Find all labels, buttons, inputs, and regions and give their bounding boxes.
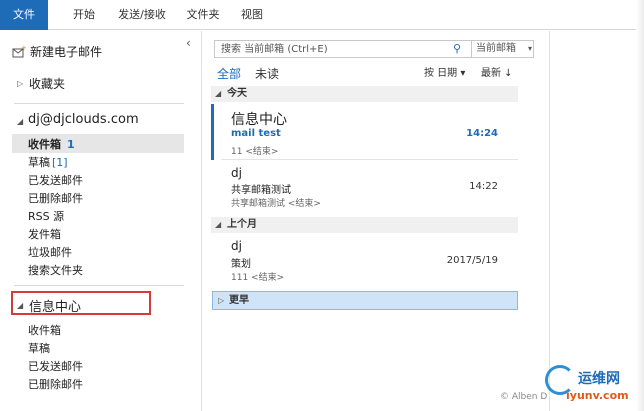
search-box[interactable]: 搜索 当前邮箱 (Ctrl+E) ⚲ 当前邮箱 ▾ — [214, 40, 534, 58]
sort-by-label: 按 日期 — [424, 68, 458, 79]
tab-send-receive[interactable]: 发送/接收 — [112, 0, 172, 30]
group-header-older[interactable]: ▷ 更早 — [212, 291, 518, 310]
group-header-label: 今天 — [227, 88, 247, 99]
folder-inbox-label: 收件箱 — [28, 138, 61, 151]
mail-item[interactable]: dj 共享邮箱测试 14:22 共享邮箱测试 <结束> — [211, 162, 518, 212]
mail-subject: mail test — [231, 128, 281, 139]
shared-folder-drafts[interactable]: 草稿 — [28, 340, 50, 356]
new-mail-icon: + — [12, 45, 26, 58]
mail-preview: 111 <结束> — [231, 273, 285, 283]
mail-item[interactable]: dj 策划 2017/5/19 111 <结束> — [211, 235, 518, 287]
new-mail-label: 新建电子邮件 — [30, 45, 103, 59]
favorites-header[interactable]: 收藏夹 — [29, 75, 65, 92]
mail-sender: dj — [231, 239, 242, 253]
search-icon[interactable]: ⚲ — [453, 41, 461, 57]
expand-favorites-icon[interactable]: ▷ — [17, 79, 23, 88]
window-shadow — [636, 0, 644, 411]
reading-pane-area — [549, 31, 644, 411]
mail-preview: 共享邮箱测试 <结束> — [231, 199, 321, 209]
new-mail-button[interactable]: + 新建电子邮件 — [12, 41, 102, 63]
mail-subject: 共享邮箱测试 — [231, 185, 291, 196]
shared-folder-inbox[interactable]: 收件箱 — [28, 322, 61, 338]
filter-all[interactable]: 全部 — [217, 66, 241, 82]
mail-divider — [221, 159, 518, 160]
tab-folder[interactable]: 文件夹 — [180, 0, 226, 30]
mail-sender: dj — [231, 166, 242, 180]
chevron-down-icon: ▾ — [527, 44, 532, 53]
tab-view[interactable]: 视图 — [234, 0, 270, 30]
group-header-today[interactable]: ◢ 今天 — [211, 86, 518, 102]
folder-outbox[interactable]: 发件箱 — [28, 226, 61, 242]
mail-item-selected[interactable]: 信息中心 mail test 14:24 11 <结束> — [211, 104, 518, 160]
folder-drafts[interactable]: 草稿 [1] — [28, 154, 68, 170]
mail-time: 14:24 — [466, 128, 498, 139]
chevron-down-icon: ▾ — [460, 68, 466, 79]
filter-bar: 全部 未读 按 日期 ▾ 最新 ↓ — [217, 66, 535, 82]
search-scope-label: 当前邮箱 — [476, 43, 516, 54]
mail-time: 14:22 — [469, 181, 498, 192]
watermark-site-name: 运维网 — [578, 371, 620, 387]
mail-sender: 信息中心 — [231, 112, 287, 128]
tab-home[interactable]: 开始 — [62, 0, 106, 30]
selected-mail-bar — [211, 104, 214, 160]
watermark-domain: iyunv.com — [566, 389, 629, 402]
ribbon-tabs: 文件 开始 发送/接收 文件夹 视图 — [0, 0, 644, 30]
copyright-text: © Alben D — [500, 392, 548, 402]
folder-drafts-label: 草稿 — [28, 156, 50, 169]
nav-divider — [14, 103, 184, 104]
account-header[interactable]: dj@djclouds.com — [28, 112, 139, 127]
collapse-group-icon[interactable]: ◢ — [17, 301, 23, 310]
collapse-group-icon: ◢ — [215, 220, 222, 229]
collapse-pane-chevron-icon[interactable]: ‹ — [186, 36, 191, 50]
folder-deleted[interactable]: 已删除邮件 — [28, 190, 83, 206]
folder-search[interactable]: 搜索文件夹 — [28, 262, 83, 278]
svg-text:+: + — [21, 45, 26, 52]
navigation-pane: + 新建电子邮件 ‹ ▷ 收藏夹 ◢ dj@djclouds.com 收件箱1 … — [0, 31, 202, 411]
shared-folder-deleted[interactable]: 已删除邮件 — [28, 376, 83, 392]
search-scope-dropdown[interactable]: 当前邮箱 ▾ — [471, 41, 535, 57]
filter-unread[interactable]: 未读 — [255, 66, 279, 82]
group-header-label: 更早 — [229, 295, 249, 306]
mail-preview: 11 <结束> — [231, 147, 279, 157]
mail-subject: 策划 — [231, 259, 251, 270]
shared-folder-sent[interactable]: 已发送邮件 — [28, 358, 83, 374]
folder-junk[interactable]: 垃圾邮件 — [28, 244, 72, 260]
mail-time: 2017/5/19 — [446, 255, 498, 266]
search-input[interactable]: 搜索 当前邮箱 (Ctrl+E) — [221, 42, 328, 58]
shared-mailbox-header[interactable]: 信息中心 — [29, 296, 81, 315]
tab-file[interactable]: 文件 — [0, 0, 48, 30]
mail-list-pane: 搜索 当前邮箱 (Ctrl+E) ⚲ 当前邮箱 ▾ 全部 未读 按 日期 ▾ 最… — [203, 31, 548, 411]
inbox-unread-count: 1 — [67, 138, 75, 151]
collapse-group-icon: ◢ — [215, 89, 222, 98]
group-header-last-month[interactable]: ◢ 上个月 — [211, 217, 518, 233]
collapse-account-icon[interactable]: ◢ — [17, 117, 23, 126]
sort-order[interactable]: 最新 ↓ — [481, 66, 513, 82]
folder-rss[interactable]: RSS 源 — [28, 208, 64, 224]
nav-divider — [14, 285, 184, 286]
group-header-label: 上个月 — [227, 219, 257, 230]
expand-group-icon: ▷ — [218, 296, 225, 305]
folder-inbox[interactable]: 收件箱 1 — [28, 136, 75, 152]
drafts-count: [1] — [52, 156, 68, 169]
sort-by-date[interactable]: 按 日期 ▾ — [424, 66, 465, 82]
folder-sent[interactable]: 已发送邮件 — [28, 172, 83, 188]
